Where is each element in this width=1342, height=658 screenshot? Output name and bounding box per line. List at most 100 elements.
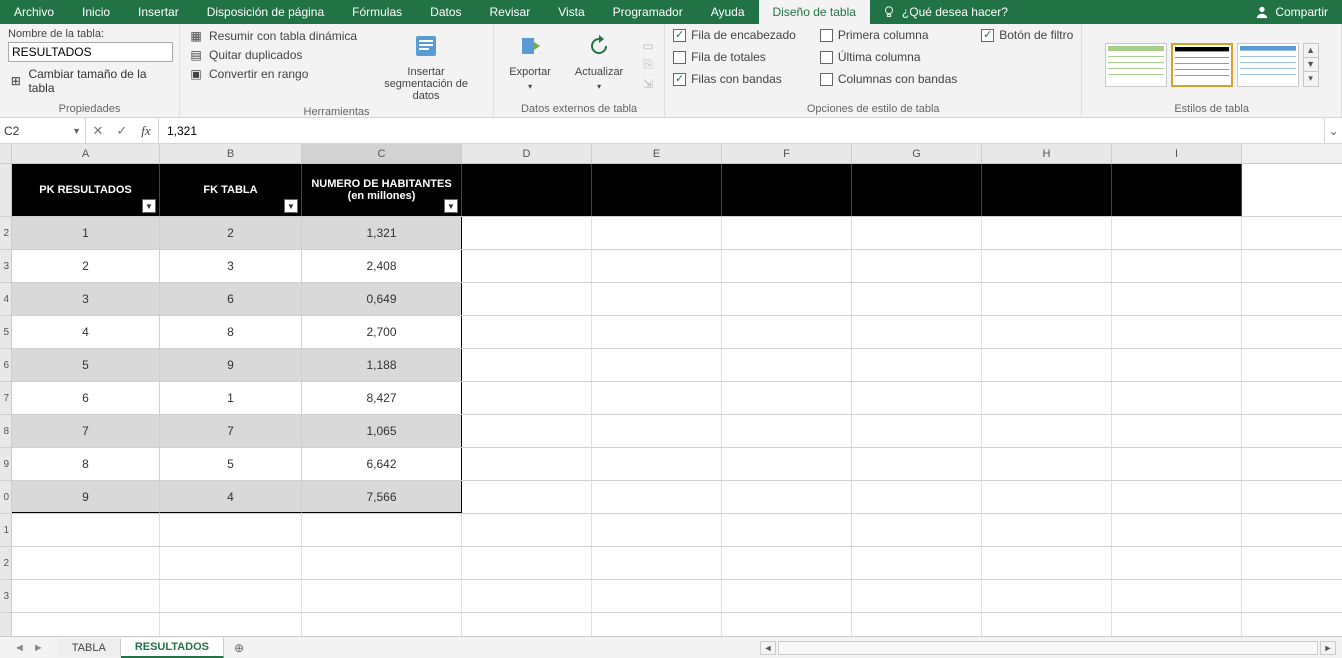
tab-disposicion[interactable]: Disposición de página (193, 0, 338, 24)
cell-fk[interactable]: 4 (160, 481, 302, 513)
cell[interactable] (160, 514, 302, 546)
cell[interactable] (592, 547, 722, 579)
gallery-down[interactable]: ▼ (1304, 58, 1318, 72)
cell-fk[interactable]: 2 (160, 217, 302, 249)
row-head[interactable]: 1 (0, 514, 12, 546)
tell-me-search[interactable]: ¿Qué desea hacer? (870, 0, 1020, 24)
cell[interactable] (852, 217, 982, 249)
cell[interactable] (592, 217, 722, 249)
chk-first-col[interactable]: Primera columna (820, 28, 957, 42)
cell-hab[interactable]: 2,700 (302, 316, 462, 348)
cell[interactable] (1112, 382, 1242, 414)
cell-pk[interactable]: 4 (12, 316, 160, 348)
col-B[interactable]: B (160, 144, 302, 163)
formula-input[interactable] (159, 118, 1324, 143)
cell[interactable] (982, 316, 1112, 348)
cell[interactable] (1112, 349, 1242, 381)
cell[interactable] (852, 514, 982, 546)
cell[interactable] (592, 448, 722, 480)
cell[interactable] (302, 514, 462, 546)
cell[interactable] (722, 613, 852, 636)
cell-pk[interactable]: 9 (12, 481, 160, 513)
cell[interactable] (462, 415, 592, 447)
col-I[interactable]: I (1112, 144, 1242, 163)
cell[interactable] (462, 580, 592, 612)
cell[interactable] (1112, 415, 1242, 447)
resize-table-button[interactable]: ⊞ Cambiar tamaño de la tabla (8, 67, 171, 95)
gallery-more[interactable]: ▾ (1304, 72, 1318, 86)
cell[interactable] (592, 613, 722, 636)
chk-banded-rows[interactable]: Filas con bandas (673, 72, 796, 86)
cell[interactable] (852, 250, 982, 282)
cell[interactable] (1112, 613, 1242, 636)
row-head[interactable]: 0 (0, 481, 12, 513)
cell[interactable] (592, 481, 722, 513)
cell[interactable] (592, 514, 722, 546)
cell[interactable] (852, 613, 982, 636)
cell[interactable] (852, 164, 982, 216)
cell[interactable] (722, 349, 852, 381)
tab-inicio[interactable]: Inicio (68, 0, 124, 24)
insert-slicer-button[interactable]: Insertar segmentación de datos (367, 28, 485, 104)
cell[interactable] (852, 448, 982, 480)
cell[interactable] (462, 164, 592, 216)
cell[interactable] (982, 382, 1112, 414)
cell-hab[interactable]: 7,566 (302, 481, 462, 513)
name-box[interactable]: C2 ▼ (0, 118, 86, 143)
filter-icon[interactable]: ▼ (284, 199, 298, 213)
cell-hab[interactable]: 8,427 (302, 382, 462, 414)
cell[interactable] (852, 349, 982, 381)
cell[interactable] (722, 415, 852, 447)
add-sheet-button[interactable]: ⊕ (224, 638, 254, 658)
cell[interactable] (982, 514, 1112, 546)
row-head[interactable]: 5 (0, 316, 12, 348)
cell[interactable] (1112, 316, 1242, 348)
cell-fk[interactable]: 7 (160, 415, 302, 447)
sheet-nav-prev[interactable]: ◄ (14, 642, 25, 654)
cell[interactable] (462, 250, 592, 282)
cell-hab[interactable]: 1,321 (302, 217, 462, 249)
cell[interactable] (1112, 283, 1242, 315)
chk-total-row[interactable]: Fila de totales (673, 50, 796, 64)
cell[interactable] (592, 164, 722, 216)
cell-fk[interactable]: 6 (160, 283, 302, 315)
cell-pk[interactable]: 7 (12, 415, 160, 447)
cell[interactable] (982, 349, 1112, 381)
filter-icon[interactable]: ▼ (444, 199, 458, 213)
convert-range-button[interactable]: ▣Convertir en rango (188, 66, 357, 82)
cell[interactable] (302, 580, 462, 612)
cell[interactable] (982, 613, 1112, 636)
cell[interactable] (852, 283, 982, 315)
cell[interactable] (12, 514, 160, 546)
sheet-nav-next[interactable]: ► (33, 642, 44, 654)
col-E[interactable]: E (592, 144, 722, 163)
select-all-corner[interactable] (0, 144, 12, 163)
cell-pk[interactable]: 2 (12, 250, 160, 282)
row-head[interactable]: 2 (0, 217, 12, 249)
row-head[interactable] (0, 164, 12, 216)
open-browser-icon[interactable]: ⎘ (640, 57, 656, 73)
row-head[interactable]: 8 (0, 415, 12, 447)
properties-icon[interactable]: ▭ (640, 38, 656, 54)
cell[interactable] (12, 547, 160, 579)
cancel-formula-button[interactable]: ✕ (86, 123, 110, 139)
col-F[interactable]: F (722, 144, 852, 163)
cell[interactable] (722, 448, 852, 480)
cell[interactable] (302, 613, 462, 636)
cell-fk[interactable]: 8 (160, 316, 302, 348)
header-hab[interactable]: NUMERO DE HABITANTES (en millones)▼ (302, 164, 462, 216)
cell[interactable] (462, 613, 592, 636)
cell[interactable] (1112, 547, 1242, 579)
cell[interactable] (722, 547, 852, 579)
header-fk[interactable]: FK TABLA▼ (160, 164, 302, 216)
col-G[interactable]: G (852, 144, 982, 163)
cell[interactable] (852, 415, 982, 447)
row-head[interactable]: 4 (0, 283, 12, 315)
style-thumb-1[interactable] (1105, 43, 1167, 87)
cell[interactable] (462, 349, 592, 381)
cell[interactable] (1112, 448, 1242, 480)
cell[interactable] (852, 580, 982, 612)
col-H[interactable]: H (982, 144, 1112, 163)
cell[interactable] (722, 250, 852, 282)
cell-hab[interactable]: 2,408 (302, 250, 462, 282)
